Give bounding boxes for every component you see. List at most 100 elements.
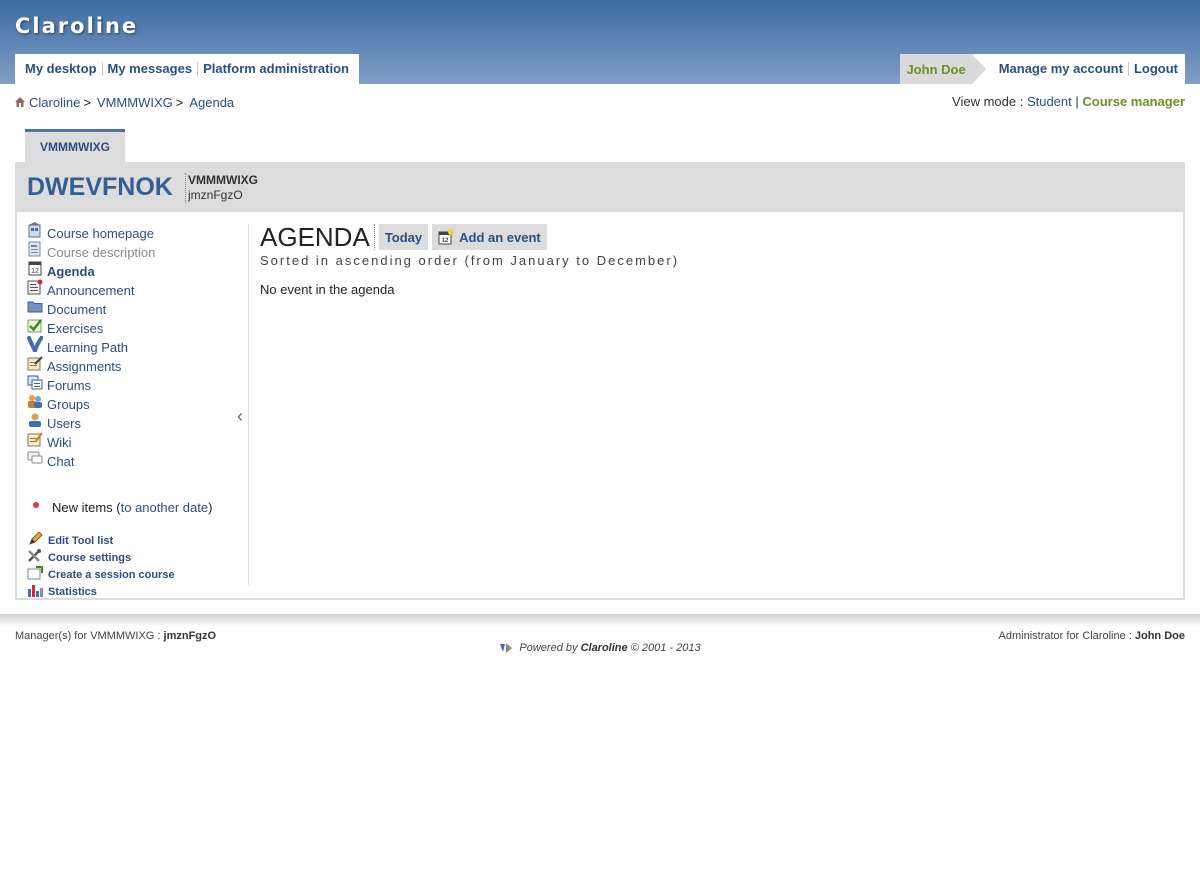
- home-icon: [15, 97, 25, 107]
- edit-tool-list-link[interactable]: Edit Tool list: [27, 530, 114, 549]
- tool-agenda[interactable]: 12 Agenda: [27, 261, 95, 280]
- tool-users[interactable]: Users: [27, 412, 81, 432]
- managers-label: Manager(s) for VMMMWIXG :: [15, 630, 161, 642]
- tool-label: Forums: [47, 377, 92, 393]
- tool-exercises[interactable]: Exercises: [27, 319, 103, 337]
- view-mode-label: View mode :: [952, 94, 1024, 109]
- new-items-close: ): [208, 500, 213, 515]
- new-items-label: New items (: [52, 500, 121, 515]
- add-event-icon: 12: [438, 229, 455, 245]
- tool-label: Assignments: [47, 358, 122, 374]
- breadcrumb-course[interactable]: VMMMWIXG: [97, 95, 173, 110]
- tool-label: Announcement: [47, 282, 135, 298]
- svg-text:12: 12: [31, 268, 39, 275]
- breadcrumb-separator: >: [175, 94, 184, 110]
- forum-icon: [27, 374, 43, 390]
- logout-link[interactable]: Logout: [1129, 62, 1183, 76]
- assignment-icon: [27, 355, 43, 371]
- platform-administration-link[interactable]: Platform administration: [198, 62, 354, 76]
- tool-document[interactable]: Document: [27, 300, 106, 318]
- course-description-icon: [27, 241, 43, 257]
- my-desktop-link[interactable]: My desktop: [20, 62, 103, 76]
- tool-sidebar: Course homepage Course description 12 Ag…: [27, 222, 249, 598]
- main-frame: Course homepage Course description 12 Ag…: [15, 212, 1185, 600]
- create-session-course-link[interactable]: Create a session course: [27, 565, 175, 583]
- claroline-logo-icon: [499, 642, 513, 654]
- tool-label: Course homepage: [47, 225, 154, 241]
- tool-label: Exercises: [47, 320, 104, 336]
- svg-text:12: 12: [442, 238, 449, 244]
- admin-label: Create a session course: [48, 568, 175, 581]
- manage-account-link[interactable]: Manage my account: [994, 62, 1129, 76]
- collapse-sidebar-icon[interactable]: ‹: [237, 406, 243, 427]
- breadcrumb: Claroline > VMMMWIXG > Agenda: [15, 94, 234, 110]
- tool-assignments[interactable]: Assignments: [27, 355, 122, 375]
- view-mode-course-manager[interactable]: Course manager: [1082, 94, 1185, 109]
- another-date-link[interactable]: to another date: [121, 500, 208, 515]
- course-titular: jmznFgzO: [188, 188, 243, 202]
- pencil-icon: [27, 530, 43, 546]
- user-menu: My desktop My messages Platform administ…: [15, 54, 359, 84]
- folder-icon: [27, 298, 43, 314]
- powered-prefix: Powered by: [519, 642, 578, 654]
- tool-course-description[interactable]: Course description: [27, 241, 156, 261]
- today-button[interactable]: Today: [378, 224, 429, 250]
- groups-icon: [27, 393, 43, 409]
- admin-label: Edit Tool list: [48, 534, 114, 547]
- course-managers: Manager(s) for VMMMWIXG : jmznFgzO: [15, 630, 216, 642]
- breadcrumb-current[interactable]: Agenda: [189, 95, 234, 110]
- tool-announcement[interactable]: Announcement: [27, 279, 135, 299]
- view-mode-student[interactable]: Student: [1027, 94, 1072, 109]
- account-menu: John Doe Manage my account Logout: [900, 54, 1185, 84]
- tool-chat[interactable]: Chat: [27, 450, 74, 470]
- session-icon: [27, 565, 43, 580]
- add-event-button[interactable]: 12 Add an event: [432, 224, 547, 250]
- footer-divider: [0, 614, 1200, 626]
- admin-value[interactable]: John Doe: [1135, 630, 1185, 642]
- course-tab[interactable]: VMMMWIXG: [25, 129, 125, 162]
- username-arrow: [971, 54, 986, 84]
- powered-by: Powered by Claroline © 2001 - 2013: [0, 642, 1200, 654]
- managers-value[interactable]: jmznFgzO: [164, 630, 217, 642]
- course-title: VMMMWIXG: [188, 173, 258, 187]
- tool-label: Document: [47, 301, 107, 317]
- username[interactable]: John Doe: [900, 54, 972, 84]
- course-settings-link[interactable]: Course settings: [27, 548, 132, 566]
- settings-icon: [27, 548, 43, 563]
- tool-learning-path[interactable]: Learning Path: [27, 335, 128, 357]
- sort-info: Sorted in ascending order (from January …: [260, 253, 680, 268]
- chat-icon: [27, 450, 43, 466]
- tool-label: Course description: [47, 244, 156, 260]
- tool-label: Groups: [47, 396, 90, 412]
- course-meta: VMMMWIXG jmznFgzO: [185, 173, 258, 203]
- breadcrumb-platform[interactable]: Claroline: [29, 95, 80, 110]
- announcement-icon: [27, 279, 43, 295]
- admin-label: Course settings: [48, 551, 132, 564]
- admin-label: Statistics: [48, 585, 97, 598]
- new-items-legend: New items (to another date): [27, 500, 212, 515]
- tool-groups[interactable]: Groups: [27, 395, 90, 413]
- user-icon: [27, 412, 43, 428]
- tool-label: Learning Path: [47, 339, 128, 355]
- course-homepage-icon: [27, 222, 43, 238]
- platform-name[interactable]: Claroline: [15, 14, 138, 38]
- powered-brand-link[interactable]: Claroline: [581, 642, 628, 654]
- tool-forums[interactable]: Forums: [27, 374, 92, 394]
- learning-path-icon: [27, 335, 44, 357]
- tool-wiki[interactable]: Wiki: [27, 431, 72, 451]
- tool-course-homepage[interactable]: Course homepage: [27, 222, 154, 242]
- statistics-icon: [27, 583, 43, 597]
- agenda-title-row: AGENDA Today 12 Add an event: [260, 224, 1160, 250]
- course-code[interactable]: DWEVFNOK: [27, 173, 173, 202]
- statistics-link[interactable]: Statistics: [27, 583, 97, 600]
- my-messages-link[interactable]: My messages: [103, 62, 199, 76]
- breadcrumb-separator: >: [83, 94, 91, 110]
- wiki-icon: [27, 431, 43, 447]
- check-icon: [27, 317, 43, 333]
- new-item-dot-icon: [33, 501, 39, 508]
- course-header: DWEVFNOK VMMMWIXG jmznFgzO: [15, 162, 1185, 212]
- tool-label: Wiki: [47, 434, 72, 450]
- view-mode: View mode : Student | Course manager: [952, 94, 1185, 109]
- admin-label-footer: Administrator for Claroline :: [998, 630, 1132, 642]
- page-title: AGENDA: [260, 224, 375, 250]
